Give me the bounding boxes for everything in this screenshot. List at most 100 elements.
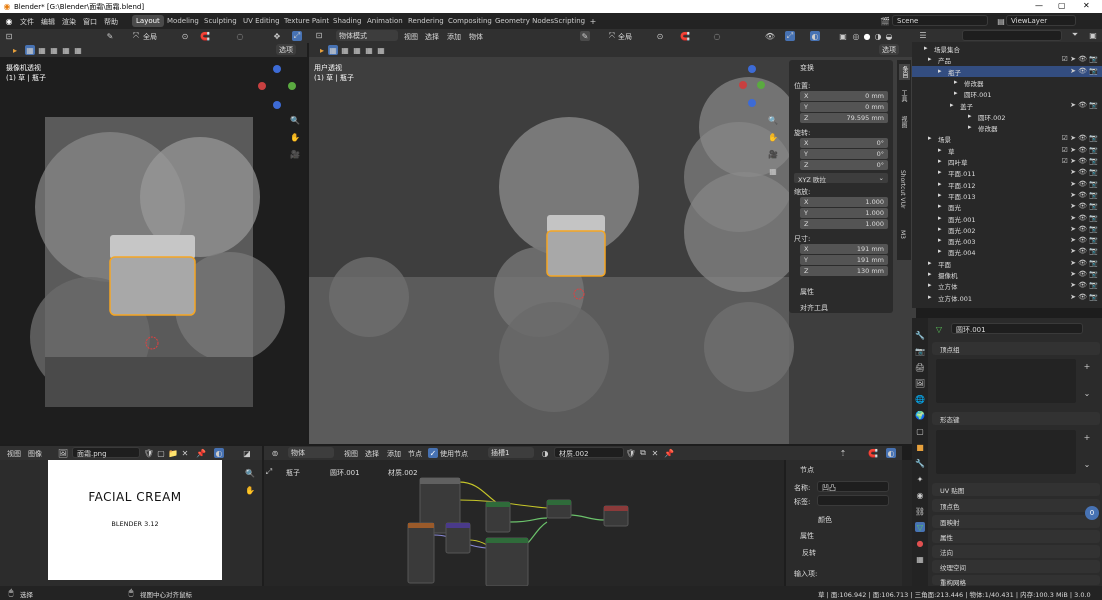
visibility-toggles[interactable]: ➤ 👁 📷	[1070, 225, 1098, 233]
rotation-mode-dropdown[interactable]: XYZ 欧拉 ⌄	[794, 173, 888, 184]
use-nodes-checkbox[interactable]: ✓	[428, 448, 438, 458]
constraints-props-icon[interactable]: ⛓	[915, 506, 925, 516]
tab-layout[interactable]: Layout	[132, 15, 164, 27]
gizmo-icon-2[interactable]: ⤢	[785, 31, 795, 41]
scene-icon[interactable]: 🎬	[880, 16, 890, 26]
visibility-toggles[interactable]: ➤ 👁 📷	[1070, 191, 1098, 199]
outliner-search-field[interactable]	[962, 30, 1062, 41]
tab-modeling[interactable]: Modeling	[163, 15, 203, 27]
outliner-row[interactable]: ▸ 面光.004 ➤ 👁 📷	[912, 246, 1102, 257]
scale-x-field[interactable]: X 1.000	[800, 197, 888, 207]
material-fake-user-icon[interactable]: 🛡	[626, 448, 636, 458]
collection-props-icon[interactable]: ▢	[915, 426, 925, 436]
outliner-row[interactable]: ▸ 立方体 ➤ 👁 📷	[912, 280, 1102, 291]
node-invert-label[interactable]: 反转	[802, 548, 816, 558]
image-display-icon[interactable]: ◐	[214, 448, 224, 458]
visibility-toggles[interactable]: ➤ 👁 📷	[1070, 259, 1098, 267]
select-intersect-icon[interactable]: ▦	[73, 45, 83, 55]
expand-icon[interactable]: ▸	[938, 236, 942, 244]
dimension-y-field[interactable]: Y 191 mm	[800, 255, 888, 265]
tab-shortcut[interactable]: Shortcut VUr	[899, 170, 906, 208]
shape-key-add-icon[interactable]: +	[1082, 432, 1092, 442]
outliner-row[interactable]: ▸ 圆环.002	[912, 111, 1102, 122]
node-overlay-icon[interactable]: ◐	[886, 448, 896, 458]
menu-render[interactable]: 渲染	[62, 17, 76, 27]
new-collection-icon[interactable]: ▣	[1088, 30, 1098, 40]
tab-scripting[interactable]: Scripting	[550, 15, 589, 27]
node-color-label[interactable]: 颜色	[818, 515, 832, 525]
outliner-row[interactable]: ▸ 摄像机 ➤ 👁 📷	[912, 269, 1102, 280]
shading-solid-icon[interactable]: ●	[862, 31, 872, 41]
visibility-toggles[interactable]: ➤ 👁 📷	[1070, 67, 1098, 75]
expand-icon[interactable]: ▸	[928, 281, 932, 289]
select-mode-icon-2[interactable]: ▸	[317, 45, 327, 55]
modifier-props-icon[interactable]: 🔧	[915, 458, 925, 468]
zoom-icon-3[interactable]: 🔍	[245, 468, 255, 478]
image-browse-icon[interactable]: 🖼	[58, 448, 68, 458]
shading-wire-icon[interactable]: ◎	[851, 31, 861, 41]
snap-icon[interactable]: 🧲	[200, 31, 210, 41]
mesh-name-field[interactable]: 圆环.001	[951, 323, 1083, 334]
zoom-icon-2[interactable]: 🔍	[768, 115, 778, 125]
expand-icon[interactable]: ▸	[928, 293, 932, 301]
main-menu-object[interactable]: 物体	[469, 32, 483, 42]
grid-icon[interactable]: ▦	[768, 166, 778, 176]
outliner-row[interactable]: ▸ 修改器	[912, 122, 1102, 133]
material-name-field[interactable]: 材质.002	[554, 447, 624, 458]
fake-user-icon[interactable]: 🛡	[144, 448, 154, 458]
section-shape-keys[interactable]: 形态键	[932, 412, 1100, 425]
tab-compositing[interactable]: Compositing	[444, 15, 496, 27]
outliner-row[interactable]: ▸ 瓶子 ➤ 👁 📷	[912, 65, 1102, 77]
gizmo-icon[interactable]: ✥	[272, 31, 282, 41]
tab-tool[interactable]: 工具	[899, 90, 908, 102]
visibility-toggles[interactable]: ➤ 👁 📷	[1070, 202, 1098, 210]
material-props-icon[interactable]: ●	[915, 538, 925, 548]
filter-icon[interactable]: ⏷	[1070, 30, 1080, 40]
outliner-row[interactable]: ▸ 面光 ➤ 👁 📷	[912, 201, 1102, 212]
visibility-toggles[interactable]: ☑ ➤ 👁 📷	[1062, 157, 1098, 165]
expand-icon[interactable]: ▸	[938, 191, 942, 199]
outliner-row[interactable]: ▸ 盖子 ➤ 👁 📷	[912, 100, 1102, 111]
shape-key-menu-icon[interactable]: ⌄	[1082, 459, 1092, 469]
menu-file[interactable]: 文件	[20, 17, 34, 27]
section-vertex-groups[interactable]: 顶点组	[932, 342, 1100, 355]
section-face-maps[interactable]: 面映射	[932, 515, 1100, 528]
shading-material-icon[interactable]: ◑	[873, 31, 883, 41]
camera-icon[interactable]: 🎥	[290, 149, 300, 159]
visibility-toggles[interactable]: ➤ 👁 📷	[1070, 270, 1098, 278]
dimension-z-field[interactable]: Z 130 mm	[800, 266, 888, 276]
view-layer-icon[interactable]: ▤	[996, 16, 1006, 26]
visibility-toggles[interactable]: ➤ 👁 📷	[1070, 180, 1098, 188]
new-image-icon[interactable]: ▢	[156, 448, 166, 458]
section-vertex-colors[interactable]: 顶点色	[932, 499, 1100, 512]
node-menu-select[interactable]: 选择	[365, 449, 379, 459]
node-menu-view[interactable]: 视图	[344, 449, 358, 459]
tab-animation[interactable]: Animation	[363, 15, 407, 27]
visibility-toggles[interactable]: ☑ ➤ 👁 📷	[1062, 55, 1098, 63]
zoom-icon[interactable]: 🔍	[290, 115, 300, 125]
section-remesh[interactable]: 重构网格	[932, 575, 1100, 587]
scene-props-icon[interactable]: 🌐	[915, 394, 925, 404]
node-props-header[interactable]: 属性	[800, 531, 814, 541]
unlink-image-icon[interactable]: ✕	[180, 448, 190, 458]
main-menu-select[interactable]: 选择	[425, 32, 439, 42]
slot-dropdown[interactable]: 插槽1	[488, 447, 534, 458]
select-subtract-icon[interactable]: ▦	[49, 45, 59, 55]
object-props-icon[interactable]: ■	[915, 442, 925, 452]
tab-rendering[interactable]: Rendering	[404, 15, 448, 27]
tab-geometry-nodes[interactable]: Geometry Nodes	[491, 15, 558, 27]
view-layer-props-icon[interactable]: 🖼	[915, 378, 925, 388]
visibility-toggles[interactable]: ☑ ➤ 👁 📷	[1062, 146, 1098, 154]
expand-icon[interactable]: ▸	[928, 270, 932, 278]
node-parent-icon[interactable]: ⇡	[838, 448, 848, 458]
material-copy-icon[interactable]: ⧉	[638, 448, 648, 458]
outliner-row[interactable]: ▸ 草 ☑ ➤ 👁 📷	[912, 145, 1102, 156]
tab-sculpting[interactable]: Sculpting	[200, 15, 241, 27]
tab-item[interactable]: 条目	[899, 64, 910, 80]
rotation-z-field[interactable]: Z 0°	[800, 160, 888, 170]
expand-icon[interactable]: ▸	[928, 259, 932, 267]
node-tag-field[interactable]	[817, 495, 889, 506]
pan-hand-icon[interactable]: ✋	[290, 132, 300, 142]
outliner-row[interactable]: ▸ 场景集合	[912, 43, 1102, 54]
expand-icon[interactable]: ▸	[938, 67, 942, 75]
